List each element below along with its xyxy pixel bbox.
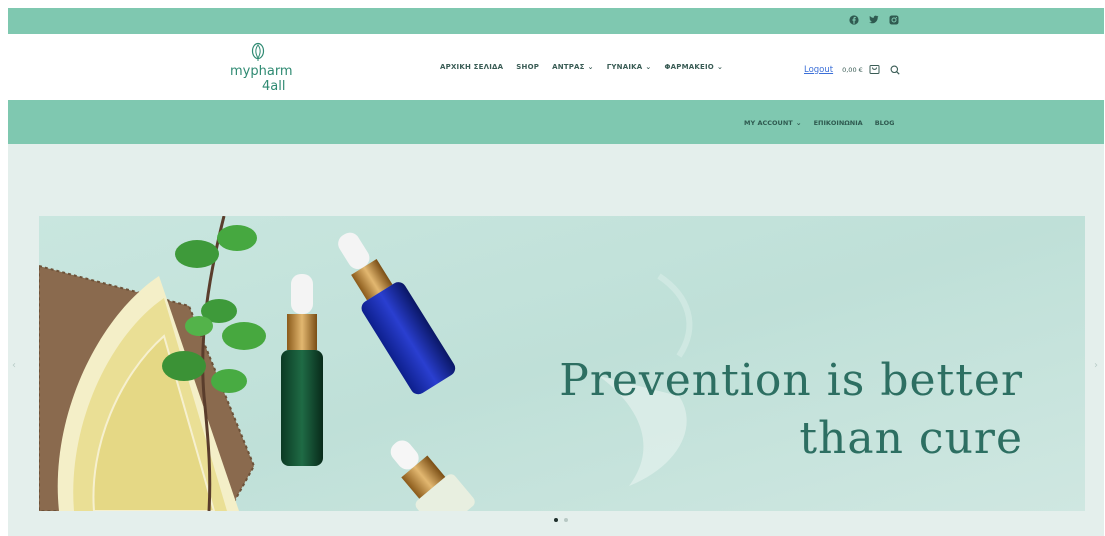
slider-dot[interactable] bbox=[564, 518, 568, 522]
cart-icon[interactable] bbox=[869, 60, 880, 79]
nav-item-women-label: ΓΥΝΑΙΚΑ bbox=[606, 63, 643, 71]
logo-text-4all: 4all bbox=[262, 79, 286, 94]
nav-item-my-account-label: MY ACCOUNT bbox=[744, 119, 793, 127]
nav-item-home[interactable]: ΑΡΧΙΚΗ ΣΕΛΙΔΑ bbox=[440, 63, 503, 71]
nav-item-my-account[interactable]: MY ACCOUNT ⌄ bbox=[744, 119, 802, 127]
header-actions: Logout 0,00 € bbox=[804, 60, 900, 79]
hero-headline-line1: Prevention is better bbox=[559, 355, 1023, 406]
chevron-down-icon: ⌄ bbox=[716, 63, 724, 71]
nav-item-blog-label: BLOG bbox=[874, 119, 895, 127]
logout-link[interactable]: Logout bbox=[804, 65, 833, 75]
chevron-down-icon: ⌄ bbox=[645, 63, 652, 71]
instagram-icon[interactable] bbox=[888, 14, 899, 25]
nav-item-women[interactable]: ΓΥΝΑΙΚΑ ⌄ bbox=[607, 63, 652, 71]
top-bar bbox=[8, 8, 1104, 34]
slider-pagination bbox=[554, 518, 568, 522]
site-header: mypharm 4all ΑΡΧΙΚΗ ΣΕΛΙΔΑ SHOP ΑΝΤΡΑΣ ⌄ … bbox=[8, 34, 1104, 100]
secondary-navigation-bar: MY ACCOUNT ⌄ ΕΠΙΚΟΙΝΩΝΙΑ BLOG bbox=[8, 100, 1104, 144]
page: mypharm 4all ΑΡΧΙΚΗ ΣΕΛΙΔΑ SHOP ΑΝΤΡΑΣ ⌄ … bbox=[8, 8, 1104, 536]
search-icon[interactable] bbox=[890, 60, 900, 79]
twitter-icon[interactable] bbox=[868, 14, 879, 25]
nav-item-shop[interactable]: SHOP bbox=[516, 63, 539, 71]
nav-item-blog[interactable]: BLOG bbox=[875, 119, 895, 127]
hero-slider: Prevention is better than cure bbox=[39, 216, 1085, 511]
nav-item-pharmacy[interactable]: ΦΑΡΜΑΚΕΙΟ ⌄ bbox=[664, 63, 723, 71]
nav-item-contact-label: ΕΠΙΚΟΙΝΩΝΙΑ bbox=[813, 119, 863, 127]
nav-item-pharmacy-label: ΦΑΡΜΑΚΕΙΟ bbox=[664, 63, 714, 71]
slider-next-arrow[interactable]: › bbox=[1094, 360, 1098, 371]
main-navigation: ΑΡΧΙΚΗ ΣΕΛΙΔΑ SHOP ΑΝΤΡΑΣ ⌄ ΓΥΝΑΙΚΑ ⌄ ΦΑΡΜ… bbox=[440, 63, 723, 71]
hero-headline-line2: than cure bbox=[799, 413, 1023, 464]
cart-total[interactable]: 0,00 € bbox=[842, 66, 863, 74]
nav-item-home-label: ΑΡΧΙΚΗ ΣΕΛΙΔΑ bbox=[440, 63, 504, 71]
site-logo[interactable]: mypharm 4all bbox=[230, 40, 293, 95]
nav-item-shop-label: SHOP bbox=[516, 63, 540, 71]
leaf-icon bbox=[251, 42, 265, 61]
hero-headline: Prevention is better than cure bbox=[559, 352, 1023, 468]
chevron-down-icon: ⌄ bbox=[587, 63, 594, 71]
nav-item-contact[interactable]: ΕΠΙΚΟΙΝΩΝΙΑ bbox=[814, 119, 863, 127]
slider-dot-active[interactable] bbox=[554, 518, 558, 522]
logo-text: mypharm bbox=[230, 64, 293, 79]
social-links bbox=[848, 14, 899, 25]
nav-item-men-label: ΑΝΤΡΑΣ bbox=[552, 63, 585, 71]
chevron-down-icon: ⌄ bbox=[795, 119, 802, 127]
secondary-navigation: MY ACCOUNT ⌄ ΕΠΙΚΟΙΝΩΝΙΑ BLOG bbox=[744, 119, 894, 127]
slider-prev-arrow[interactable]: ‹ bbox=[12, 360, 16, 371]
nav-item-men[interactable]: ΑΝΤΡΑΣ ⌄ bbox=[552, 63, 594, 71]
facebook-icon[interactable] bbox=[848, 14, 859, 25]
